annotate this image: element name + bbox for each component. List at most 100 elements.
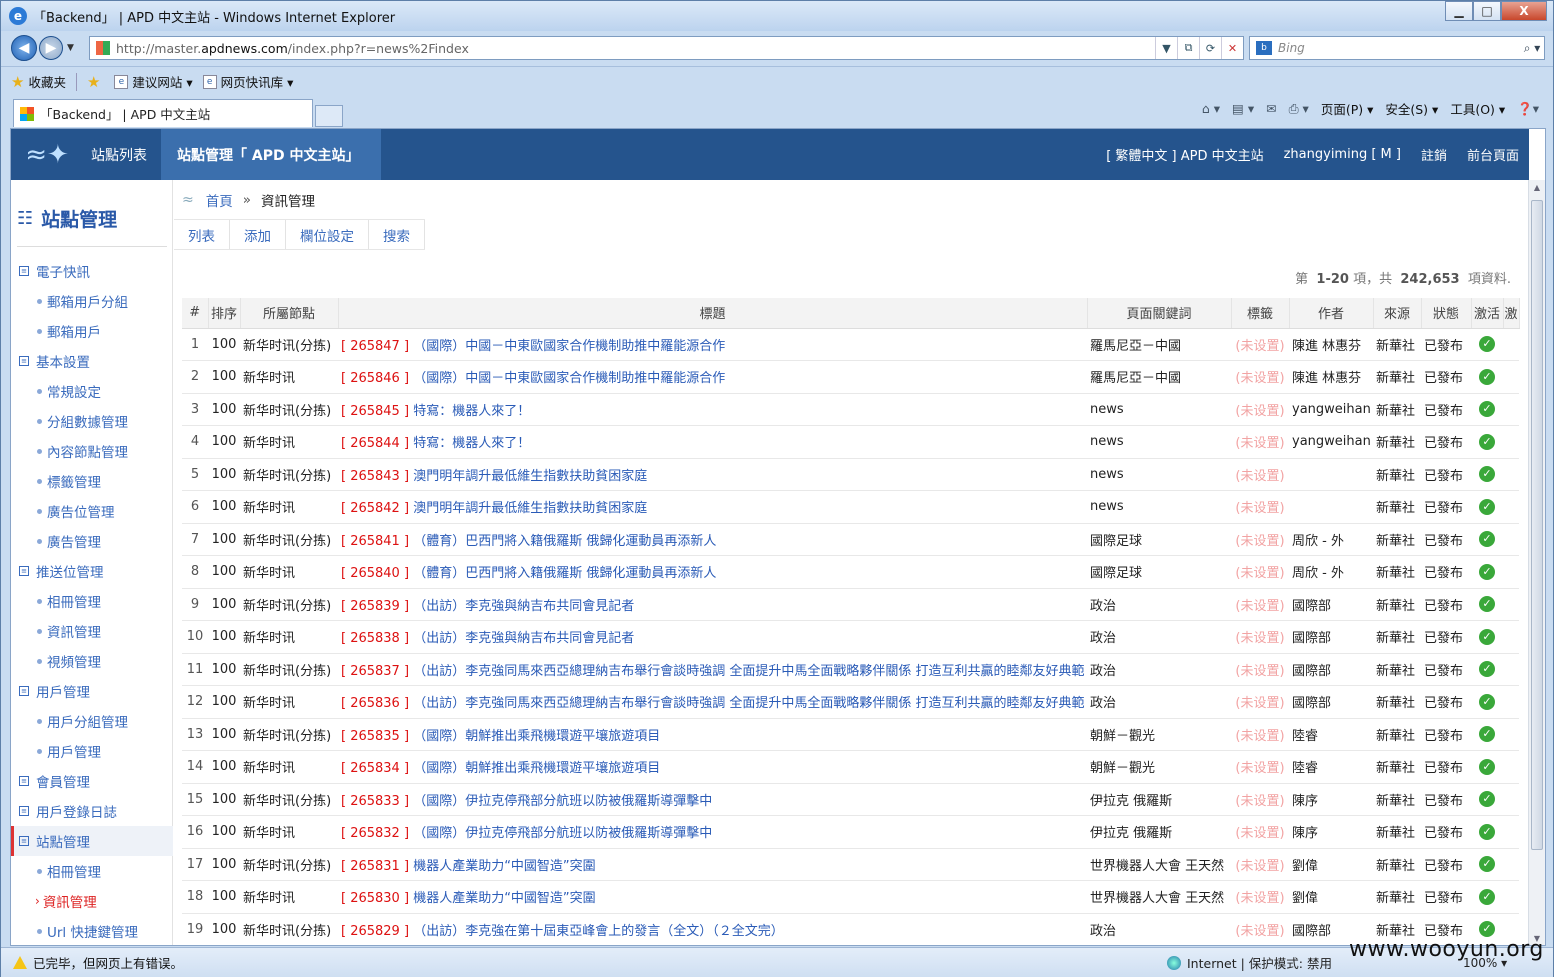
status-cell[interactable]: 已發布 xyxy=(1421,848,1471,881)
status-cell[interactable]: 已發布 xyxy=(1421,620,1471,654)
check-icon[interactable]: ✓ xyxy=(1479,823,1495,840)
sidebar-item-1[interactable]: 郵箱用戶分組 xyxy=(11,286,173,316)
news-title-link[interactable]: （出訪）李克強同馬來西亞總理納吉布舉行會談時強調 全面提升中馬全面戰略夥伴關係 … xyxy=(413,696,1084,711)
news-title-link[interactable]: （體育）巴西門將入籍俄羅斯 俄歸化運動員再添新人 xyxy=(413,566,716,581)
status-cell[interactable]: 已發布 xyxy=(1421,458,1471,491)
sidebar-group-3[interactable]: ≡ 基本設置 xyxy=(11,346,173,376)
news-title-link[interactable]: （國際）朝鮮推出乘飛機環遊平壤旅遊項目 xyxy=(413,729,660,744)
status-cell[interactable]: 已發布 xyxy=(1421,783,1471,816)
check-icon[interactable]: ✓ xyxy=(1479,531,1495,548)
breadcrumb-home[interactable]: 首頁 xyxy=(206,190,233,210)
news-title-link[interactable]: （體育）巴西門將入籍俄羅斯 俄歸化運動員再添新人 xyxy=(413,534,716,549)
sidebar-item-12[interactable]: 資訊管理 xyxy=(11,616,173,646)
status-cell[interactable]: 已發布 xyxy=(1421,718,1471,751)
address-bar[interactable]: http://master.apdnews.com/index.php?r=ne… xyxy=(89,36,1244,60)
print-icon[interactable]: ⎙ ▾ xyxy=(1289,101,1309,117)
back-button[interactable]: ◀ xyxy=(11,35,37,61)
sidebar-group-14[interactable]: ≡ 用戶管理 xyxy=(11,676,173,706)
check-icon[interactable]: ✓ xyxy=(1479,758,1495,775)
news-title-link[interactable]: （出訪）李克強與納吉布共同會見記者 xyxy=(413,599,634,614)
sidebar-group-17[interactable]: ≡ 會員管理 xyxy=(11,766,173,796)
status-cell[interactable]: 已發布 xyxy=(1421,685,1471,719)
sidebar-group-18[interactable]: ≡ 用戶登錄日誌 xyxy=(11,796,173,826)
news-title-link[interactable]: （出訪）李克強同馬來西亞總理納吉布舉行會談時強調 全面提升中馬全面戰略夥伴關係 … xyxy=(413,664,1084,679)
stop-icon[interactable]: ✕ xyxy=(1221,37,1243,59)
history-dropdown-icon[interactable]: ▼ xyxy=(67,43,74,53)
status-cell[interactable]: 已發布 xyxy=(1421,523,1471,556)
nav-site-list[interactable]: 站點列表 xyxy=(91,145,147,165)
mail-icon[interactable]: ✉ xyxy=(1266,101,1276,116)
status-cell[interactable]: 已發布 xyxy=(1421,555,1471,589)
check-icon[interactable]: ✓ xyxy=(1479,368,1495,385)
sidebar-group-10[interactable]: ≡ 推送位管理 xyxy=(11,556,173,586)
status-cell[interactable]: 已發布 xyxy=(1421,588,1471,621)
apd-logo-icon[interactable]: ≈✦ xyxy=(21,141,73,169)
sidebar-item-13[interactable]: 視頻管理 xyxy=(11,646,173,676)
check-icon[interactable]: ✓ xyxy=(1479,401,1495,418)
check-icon[interactable]: ✓ xyxy=(1479,433,1495,450)
favorites-button[interactable]: ★ 收藏夹 xyxy=(11,72,66,91)
sidebar-group-19[interactable]: ≡ 站點管理 xyxy=(11,826,173,856)
news-title-link[interactable]: （國際）朝鮮推出乘飛機環遊平壤旅遊項目 xyxy=(413,761,660,776)
tab-add[interactable]: 添加 xyxy=(230,220,286,249)
sidebar-item-15[interactable]: 用戶分組管理 xyxy=(11,706,173,736)
check-icon[interactable]: ✓ xyxy=(1479,628,1495,645)
add-favorite-button[interactable]: ★ xyxy=(87,73,104,91)
news-title-link[interactable]: （出訪）李克強與納吉布共同會見記者 xyxy=(413,631,634,646)
sidebar-item-2[interactable]: 郵箱用戶 xyxy=(11,316,173,346)
sidebar-item-7[interactable]: 標籤管理 xyxy=(11,466,173,496)
check-icon[interactable]: ✓ xyxy=(1479,693,1495,710)
sidebar-item-6[interactable]: 內容節點管理 xyxy=(11,436,173,466)
status-cell[interactable]: 已發布 xyxy=(1421,360,1471,394)
sidebar-item-5[interactable]: 分組數據管理 xyxy=(11,406,173,436)
check-icon[interactable]: ✓ xyxy=(1479,661,1495,678)
tools-menu[interactable]: 工具(O) ▾ xyxy=(1450,99,1505,118)
help-icon[interactable]: ❓▾ xyxy=(1517,101,1539,117)
vertical-scrollbar[interactable]: ▲ ▼ xyxy=(1528,180,1545,945)
page-menu[interactable]: 页面(P) ▾ xyxy=(1321,99,1374,118)
news-title-link[interactable]: （出訪）李克強在第十屆東亞峰會上的發言（全文）（２全文完） xyxy=(413,924,784,939)
status-cell[interactable]: 已發布 xyxy=(1421,815,1471,849)
status-cell[interactable]: 已發布 xyxy=(1421,490,1471,524)
sidebar-item-22[interactable]: Url 快捷鍵管理 xyxy=(11,916,173,945)
user-link[interactable]: zhangyiming [ M ] xyxy=(1284,147,1401,162)
logout-link[interactable]: 註銷 xyxy=(1421,145,1447,164)
browser-tab[interactable]: 「Backend」 | APD 中文主站 xyxy=(13,99,313,127)
status-cell[interactable]: 已發布 xyxy=(1421,880,1471,914)
news-title-link[interactable]: 特寫：機器人來了！ xyxy=(413,404,530,419)
language-link[interactable]: [ 繁體中文 ] APD 中文主站 xyxy=(1106,145,1263,164)
status-cell[interactable]: 已發布 xyxy=(1421,653,1471,686)
news-title-link[interactable]: （國際）中國－中東歐國家合作機制助推中羅能源合作 xyxy=(413,339,725,354)
scroll-up-icon[interactable]: ▲ xyxy=(1529,180,1545,196)
news-title-link[interactable]: 特寫：機器人來了！ xyxy=(413,436,530,451)
minimize-button[interactable]: ▁ xyxy=(1445,1,1473,21)
news-title-link[interactable]: （國際）伊拉克停飛部分航班以防被俄羅斯導彈擊中 xyxy=(413,794,712,809)
search-icon[interactable]: ⌕ ▾ xyxy=(1520,41,1544,56)
news-title-link[interactable]: 澳門明年調升最低維生指數扶助貧困家庭 xyxy=(413,469,647,484)
status-cell[interactable]: 已發布 xyxy=(1421,328,1471,361)
close-button[interactable]: X xyxy=(1501,1,1547,21)
column-header[interactable]: 標題 xyxy=(338,298,1088,329)
check-icon[interactable]: ✓ xyxy=(1479,596,1495,613)
tab-list[interactable]: 列表 xyxy=(174,220,230,249)
news-title-link[interactable]: （國際）伊拉克停飛部分航班以防被俄羅斯導彈擊中 xyxy=(413,826,712,841)
refresh-icon[interactable]: ⟳ xyxy=(1199,37,1221,59)
search-placeholder[interactable]: Bing xyxy=(1278,41,1520,55)
check-icon[interactable]: ✓ xyxy=(1479,726,1495,743)
sidebar-item-20[interactable]: 相冊管理 xyxy=(11,856,173,886)
frontend-link[interactable]: 前台頁面 xyxy=(1467,145,1519,164)
compatibility-icon[interactable]: ⧉ xyxy=(1177,37,1199,59)
security-zone[interactable]: Internet | 保护模式: 禁用 xyxy=(1167,953,1332,972)
check-icon[interactable]: ✓ xyxy=(1479,921,1495,938)
safety-menu[interactable]: 安全(S) ▾ xyxy=(1385,99,1438,118)
sidebar-item-11[interactable]: 相冊管理 xyxy=(11,586,173,616)
sidebar-item-21[interactable]: › 資訊管理 xyxy=(11,886,173,916)
forward-button[interactable]: ▶ xyxy=(39,36,63,60)
warning-icon[interactable] xyxy=(13,956,27,969)
status-cell[interactable]: 已發布 xyxy=(1421,393,1471,426)
sidebar-item-4[interactable]: 常規設定 xyxy=(11,376,173,406)
news-title-link[interactable]: 機器人產業助力“中國智造”突圍 xyxy=(413,859,595,874)
suggested-sites-link[interactable]: e 建议网站 ▾ xyxy=(114,72,193,91)
status-cell[interactable]: 已發布 xyxy=(1421,750,1471,784)
new-tab-button[interactable] xyxy=(315,105,343,127)
